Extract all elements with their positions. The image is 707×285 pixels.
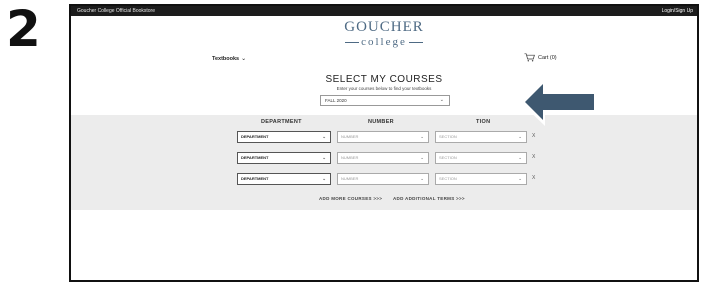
chevron-down-icon: ⌄ xyxy=(439,97,444,103)
section-select-value: SECTION xyxy=(439,176,457,181)
section-select[interactable]: SECTION ⌄ xyxy=(435,131,527,143)
login-signup-link[interactable]: Login/Sign Up xyxy=(662,7,693,15)
top-bar: Goucher College Official Bookstore Login… xyxy=(71,6,697,16)
department-select[interactable]: DEPARTMENT ⌄ xyxy=(237,131,331,143)
nav-textbooks-label: Textbooks xyxy=(212,56,240,62)
number-select[interactable]: NUMBER ⌄ xyxy=(337,173,429,185)
number-select[interactable]: NUMBER ⌄ xyxy=(337,131,429,143)
logo-college[interactable]: college xyxy=(71,36,697,48)
section-select[interactable]: SECTION ⌄ xyxy=(435,173,527,185)
page-title: SELECT MY COURSES xyxy=(325,74,443,85)
nav-textbooks-menu[interactable]: Textbooks ⌄ xyxy=(212,55,246,62)
chevron-down-icon: ⌄ xyxy=(241,56,247,62)
page-subtitle: Enter your courses below to find your te… xyxy=(336,86,432,91)
cart-label: Cart (0) xyxy=(538,54,557,61)
department-select-value: DEPARTMENT xyxy=(241,176,269,181)
store-name: Goucher College Official Bookstore xyxy=(77,8,156,14)
chevron-down-icon: ⌄ xyxy=(322,176,326,181)
column-header-department: DEPARTMENT xyxy=(261,119,302,125)
number-select[interactable]: NUMBER ⌄ xyxy=(337,152,429,164)
chevron-down-icon: ⌄ xyxy=(322,134,326,139)
term-select[interactable]: FALL 2020 ⌄ xyxy=(320,95,450,106)
column-header-number: NUMBER xyxy=(368,119,394,125)
chevron-down-icon: ⌄ xyxy=(322,155,326,160)
section-select-value: SECTION xyxy=(439,155,457,160)
chevron-down-icon: ⌄ xyxy=(518,155,522,160)
logo-dash-left xyxy=(345,41,360,43)
remove-row-button[interactable]: X xyxy=(532,133,535,139)
chevron-down-icon: ⌄ xyxy=(518,176,522,181)
tutorial-frame: 2 Goucher College Official Bookstore Log… xyxy=(0,0,707,285)
logo-dash-right xyxy=(408,41,423,43)
chevron-down-icon: ⌄ xyxy=(420,134,424,139)
column-header-section: TION xyxy=(476,119,491,125)
add-additional-terms-link[interactable]: ADD ADDITIONAL TERMS >>> xyxy=(393,196,465,201)
section-select[interactable]: SECTION ⌄ xyxy=(435,152,527,164)
chevron-down-icon: ⌄ xyxy=(420,176,424,181)
department-select-value: DEPARTMENT xyxy=(241,155,269,160)
chevron-down-icon: ⌄ xyxy=(420,155,424,160)
remove-row-button[interactable]: X xyxy=(532,175,535,181)
section-select-value: SECTION xyxy=(439,134,457,139)
department-select[interactable]: DEPARTMENT ⌄ xyxy=(237,173,331,185)
number-select-value: NUMBER xyxy=(341,134,359,139)
chevron-down-icon: ⌄ xyxy=(518,134,522,139)
add-more-courses-link[interactable]: ADD MORE COURSES >>> xyxy=(319,196,382,201)
number-select-value: NUMBER xyxy=(341,176,359,181)
remove-row-button[interactable]: X xyxy=(532,154,535,160)
logo-goucher[interactable]: GOUCHER xyxy=(71,19,697,36)
logo-college-text: college xyxy=(361,36,407,48)
step-number: 2 xyxy=(6,0,41,58)
number-select-value: NUMBER xyxy=(341,155,359,160)
left-arrow-callout-icon xyxy=(520,78,597,126)
browser-screen: Goucher College Official Bookstore Login… xyxy=(69,4,699,282)
department-select[interactable]: DEPARTMENT ⌄ xyxy=(237,152,331,164)
department-select-value: DEPARTMENT xyxy=(241,134,269,139)
term-select-value: FALL 2020 xyxy=(325,98,347,103)
cart-icon xyxy=(524,53,535,62)
cart-link[interactable]: Cart (0) xyxy=(524,53,557,62)
